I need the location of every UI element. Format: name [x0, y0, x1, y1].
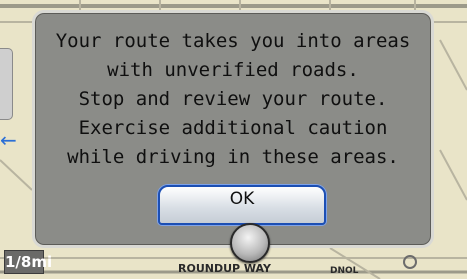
dialog-message: Your route takes you into areas with unv…: [35, 27, 431, 172]
message-line: Your route takes you into areas: [55, 30, 411, 52]
map-scale-label: 1/8mi: [4, 250, 52, 274]
warning-dialog: Your route takes you into areas with unv…: [32, 10, 434, 263]
message-line: Stop and review your route.: [78, 88, 388, 110]
street-label-roundup: ROUNDUP WAY: [178, 262, 271, 275]
message-line: with unverified roads.: [107, 59, 359, 81]
selector-knob-icon[interactable]: [230, 223, 270, 263]
message-line: while driving in these areas.: [67, 146, 399, 168]
message-line: Exercise additional caution: [78, 117, 388, 139]
map-side-tab: [0, 48, 13, 120]
street-label-dnol: DNOL: [330, 266, 359, 276]
arrow-left-icon: ←: [0, 128, 17, 152]
ok-button[interactable]: OK: [158, 185, 326, 225]
